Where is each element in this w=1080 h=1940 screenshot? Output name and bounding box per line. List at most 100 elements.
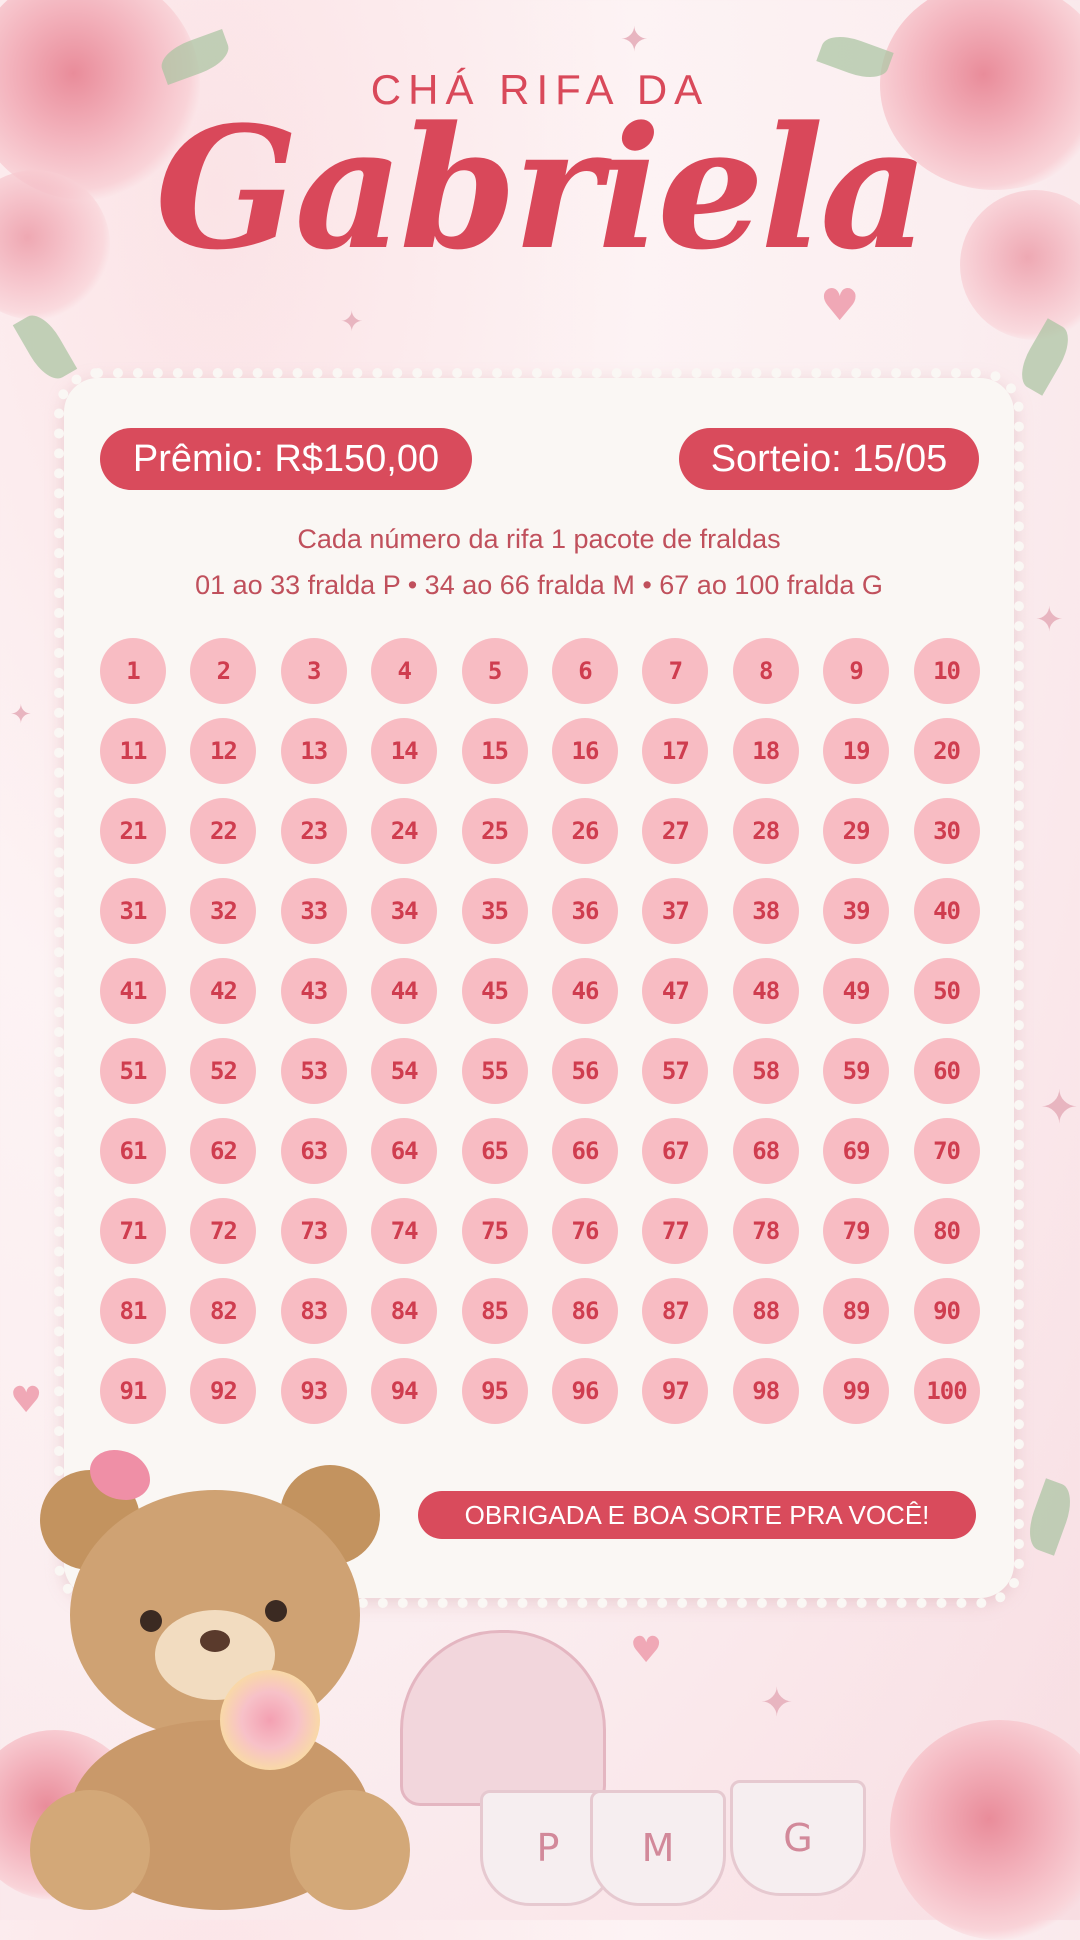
raffle-number-61[interactable]: 61 — [100, 1118, 166, 1184]
raffle-number-82[interactable]: 82 — [190, 1278, 257, 1344]
raffle-number-78[interactable]: 78 — [732, 1198, 799, 1264]
raffle-number-85[interactable]: 85 — [461, 1278, 528, 1344]
raffle-number-4[interactable]: 4 — [371, 638, 438, 704]
raffle-number-59[interactable]: 59 — [823, 1038, 890, 1104]
raffle-number-76[interactable]: 76 — [551, 1198, 618, 1264]
raffle-number-36[interactable]: 36 — [551, 878, 618, 944]
raffle-number-92[interactable]: 92 — [190, 1358, 257, 1424]
raffle-number-44[interactable]: 44 — [371, 958, 438, 1024]
raffle-number-35[interactable]: 35 — [461, 878, 528, 944]
raffle-number-51[interactable]: 51 — [100, 1038, 166, 1104]
raffle-number-72[interactable]: 72 — [190, 1198, 257, 1264]
raffle-number-32[interactable]: 32 — [190, 878, 257, 944]
raffle-number-29[interactable]: 29 — [823, 798, 890, 864]
raffle-number-42[interactable]: 42 — [190, 958, 257, 1024]
raffle-number-11[interactable]: 11 — [100, 718, 166, 784]
raffle-number-100[interactable]: 100 — [913, 1358, 980, 1424]
raffle-number-24[interactable]: 24 — [371, 798, 438, 864]
raffle-number-70[interactable]: 70 — [913, 1118, 980, 1184]
raffle-number-33[interactable]: 33 — [280, 878, 347, 944]
raffle-number-60[interactable]: 60 — [913, 1038, 980, 1104]
raffle-number-65[interactable]: 65 — [461, 1118, 528, 1184]
raffle-number-64[interactable]: 64 — [371, 1118, 438, 1184]
raffle-number-21[interactable]: 21 — [100, 798, 166, 864]
raffle-number-14[interactable]: 14 — [371, 718, 438, 784]
raffle-number-47[interactable]: 47 — [642, 958, 709, 1024]
raffle-number-55[interactable]: 55 — [461, 1038, 528, 1104]
raffle-number-9[interactable]: 9 — [823, 638, 890, 704]
raffle-number-81[interactable]: 81 — [100, 1278, 166, 1344]
raffle-number-69[interactable]: 69 — [823, 1118, 890, 1184]
raffle-number-54[interactable]: 54 — [371, 1038, 438, 1104]
raffle-number-27[interactable]: 27 — [642, 798, 709, 864]
raffle-number-87[interactable]: 87 — [642, 1278, 709, 1344]
raffle-number-15[interactable]: 15 — [461, 718, 528, 784]
raffle-number-77[interactable]: 77 — [642, 1198, 709, 1264]
raffle-number-16[interactable]: 16 — [551, 718, 618, 784]
raffle-number-75[interactable]: 75 — [461, 1198, 528, 1264]
raffle-number-10[interactable]: 10 — [913, 638, 980, 704]
raffle-number-62[interactable]: 62 — [190, 1118, 257, 1184]
raffle-number-13[interactable]: 13 — [280, 718, 347, 784]
raffle-number-89[interactable]: 89 — [823, 1278, 890, 1344]
raffle-number-52[interactable]: 52 — [190, 1038, 257, 1104]
raffle-number-34[interactable]: 34 — [371, 878, 438, 944]
raffle-number-28[interactable]: 28 — [732, 798, 799, 864]
raffle-number-30[interactable]: 30 — [913, 798, 980, 864]
raffle-number-91[interactable]: 91 — [100, 1358, 166, 1424]
raffle-number-38[interactable]: 38 — [732, 878, 799, 944]
raffle-number-25[interactable]: 25 — [461, 798, 528, 864]
raffle-number-56[interactable]: 56 — [551, 1038, 618, 1104]
raffle-number-8[interactable]: 8 — [732, 638, 799, 704]
raffle-number-50[interactable]: 50 — [913, 958, 980, 1024]
raffle-number-63[interactable]: 63 — [280, 1118, 347, 1184]
raffle-number-71[interactable]: 71 — [100, 1198, 166, 1264]
raffle-number-49[interactable]: 49 — [823, 958, 890, 1024]
raffle-number-12[interactable]: 12 — [190, 718, 257, 784]
raffle-number-96[interactable]: 96 — [551, 1358, 618, 1424]
raffle-number-53[interactable]: 53 — [280, 1038, 347, 1104]
raffle-number-97[interactable]: 97 — [642, 1358, 709, 1424]
raffle-number-40[interactable]: 40 — [913, 878, 980, 944]
raffle-number-90[interactable]: 90 — [913, 1278, 980, 1344]
raffle-number-86[interactable]: 86 — [551, 1278, 618, 1344]
raffle-number-99[interactable]: 99 — [823, 1358, 890, 1424]
raffle-number-43[interactable]: 43 — [280, 958, 347, 1024]
raffle-number-5[interactable]: 5 — [461, 638, 528, 704]
raffle-number-66[interactable]: 66 — [551, 1118, 618, 1184]
raffle-number-68[interactable]: 68 — [732, 1118, 799, 1184]
raffle-number-3[interactable]: 3 — [280, 638, 347, 704]
raffle-number-17[interactable]: 17 — [642, 718, 709, 784]
raffle-number-39[interactable]: 39 — [823, 878, 890, 944]
raffle-number-22[interactable]: 22 — [190, 798, 257, 864]
raffle-number-31[interactable]: 31 — [100, 878, 166, 944]
raffle-number-37[interactable]: 37 — [642, 878, 709, 944]
raffle-number-41[interactable]: 41 — [100, 958, 166, 1024]
raffle-number-73[interactable]: 73 — [280, 1198, 347, 1264]
raffle-number-93[interactable]: 93 — [280, 1358, 347, 1424]
raffle-number-6[interactable]: 6 — [551, 638, 618, 704]
raffle-number-95[interactable]: 95 — [461, 1358, 528, 1424]
raffle-number-46[interactable]: 46 — [551, 958, 618, 1024]
raffle-number-74[interactable]: 74 — [371, 1198, 438, 1264]
raffle-number-48[interactable]: 48 — [732, 958, 799, 1024]
raffle-number-94[interactable]: 94 — [371, 1358, 438, 1424]
raffle-number-18[interactable]: 18 — [732, 718, 799, 784]
raffle-number-26[interactable]: 26 — [551, 798, 618, 864]
raffle-number-79[interactable]: 79 — [823, 1198, 890, 1264]
raffle-number-20[interactable]: 20 — [913, 718, 980, 784]
raffle-number-98[interactable]: 98 — [732, 1358, 799, 1424]
raffle-number-7[interactable]: 7 — [642, 638, 709, 704]
raffle-number-83[interactable]: 83 — [280, 1278, 347, 1344]
raffle-number-58[interactable]: 58 — [732, 1038, 799, 1104]
raffle-number-80[interactable]: 80 — [913, 1198, 980, 1264]
raffle-number-1[interactable]: 1 — [100, 638, 166, 704]
raffle-number-57[interactable]: 57 — [642, 1038, 709, 1104]
raffle-number-23[interactable]: 23 — [280, 798, 347, 864]
raffle-number-67[interactable]: 67 — [642, 1118, 709, 1184]
raffle-number-45[interactable]: 45 — [461, 958, 528, 1024]
raffle-number-88[interactable]: 88 — [732, 1278, 799, 1344]
raffle-number-2[interactable]: 2 — [190, 638, 257, 704]
raffle-number-84[interactable]: 84 — [371, 1278, 438, 1344]
raffle-number-19[interactable]: 19 — [823, 718, 890, 784]
